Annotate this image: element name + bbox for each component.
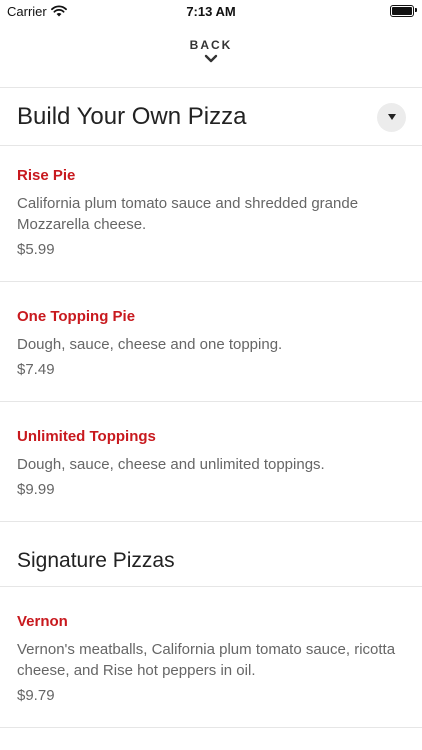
- battery-icon: [390, 5, 414, 17]
- section-title: Build Your Own Pizza: [17, 103, 247, 130]
- menu-item-one-topping-pie[interactable]: One Topping Pie Dough, sauce, cheese and…: [17, 308, 407, 380]
- item-name: Rise Pie: [17, 167, 76, 184]
- item-name: Unlimited Toppings: [17, 428, 156, 445]
- divider: [0, 281, 422, 282]
- item-description: Vernon's meatballs, California plum toma…: [17, 641, 396, 679]
- collapse-toggle-button[interactable]: [377, 103, 406, 132]
- section-title: Signature Pizzas: [17, 549, 175, 572]
- divider: [0, 727, 422, 728]
- menu-item-unlimited-toppings[interactable]: Unlimited Toppings Dough, sauce, cheese …: [17, 428, 407, 500]
- battery-nub: [415, 8, 417, 12]
- caret-down-icon: [388, 114, 396, 120]
- section-header-signature-pizzas[interactable]: Signature Pizzas: [0, 522, 422, 586]
- section-header-build-your-own[interactable]: Build Your Own Pizza: [0, 88, 422, 145]
- item-description: California plum tomato sauce and shredde…: [17, 195, 359, 233]
- clock: 7:13 AM: [186, 4, 236, 19]
- divider: [0, 401, 422, 402]
- divider: [0, 145, 422, 146]
- divider: [0, 586, 422, 587]
- item-name: Vernon: [17, 613, 68, 630]
- item-description: Dough, sauce, cheese and one topping.: [17, 336, 283, 353]
- menu-item-vernon[interactable]: Vernon Vernon's meatballs, California pl…: [17, 613, 407, 706]
- chevron-down-icon: [204, 54, 218, 63]
- item-name: One Topping Pie: [17, 308, 136, 325]
- status-bar: Carrier 7:13 AM: [0, 0, 422, 24]
- back-label: BACK: [189, 38, 233, 52]
- menu-item-rise-pie[interactable]: Rise Pie California plum tomato sauce an…: [17, 167, 407, 260]
- back-button[interactable]: BACK: [0, 38, 422, 78]
- item-price: $9.99: [17, 481, 55, 498]
- item-description: Dough, sauce, cheese and unlimited toppi…: [17, 456, 325, 473]
- item-price: $9.79: [17, 687, 55, 704]
- item-price: $7.49: [17, 361, 55, 378]
- item-price: $5.99: [17, 241, 55, 258]
